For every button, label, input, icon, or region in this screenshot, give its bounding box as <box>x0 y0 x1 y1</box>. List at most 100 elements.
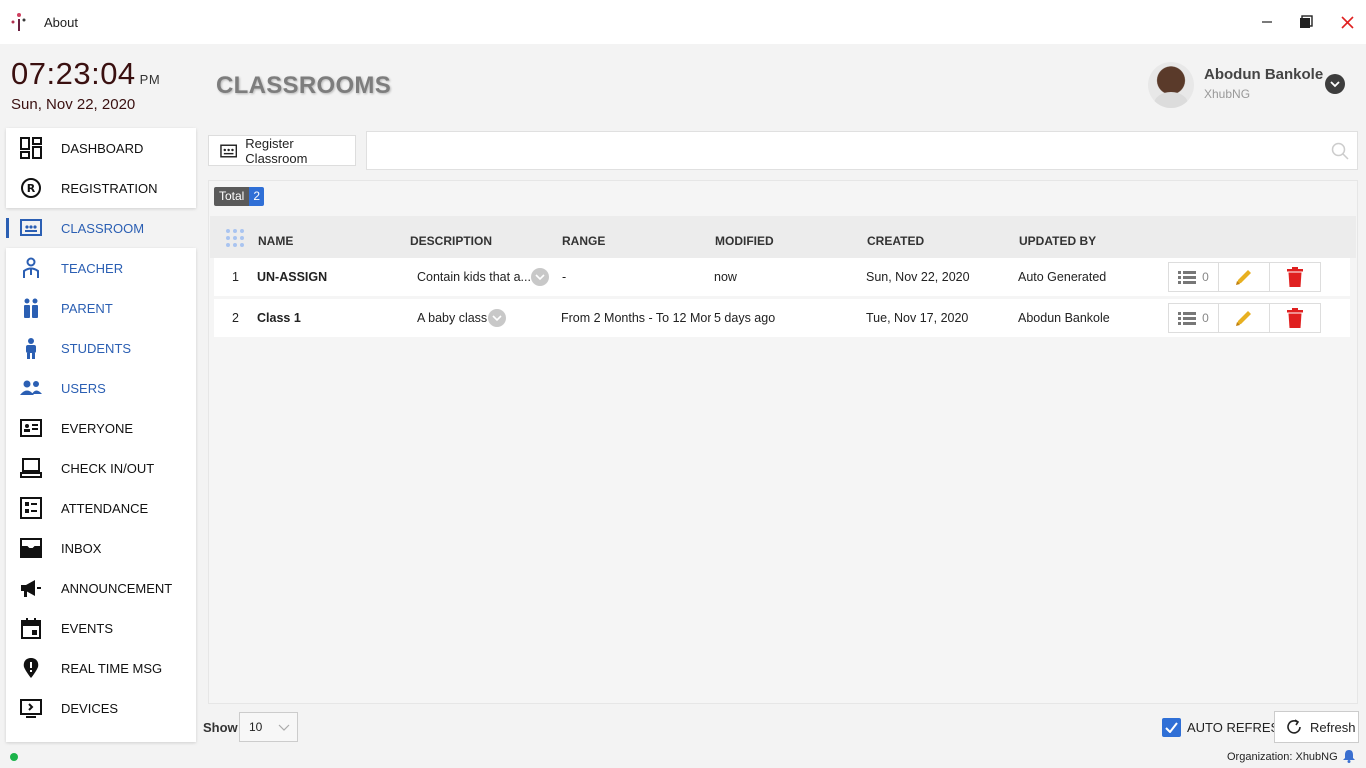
sidebar-item-label: INBOX <box>61 540 102 556</box>
sidebar-item-label: STUDENTS <box>61 340 132 356</box>
auto-refresh-checkbox[interactable] <box>1162 718 1181 737</box>
row-name: Class 1 <box>257 311 301 325</box>
sidebar-item-everyone[interactable]: EVERYONE <box>6 408 196 448</box>
bell-icon[interactable] <box>1342 749 1356 763</box>
sidebar-item-classroom[interactable]: CLASSROOM <box>6 208 196 248</box>
row-actions: 0 <box>1168 303 1321 333</box>
chevron-down-icon <box>1330 81 1340 88</box>
page-size-label: Show <box>203 720 238 735</box>
minimize-button[interactable] <box>1253 8 1281 36</box>
row-modified: now <box>714 270 737 284</box>
sidebar-item-label: DEVICES <box>61 700 119 716</box>
sidebar-item-label: REGISTRATION <box>61 180 158 196</box>
sidebar-item-dashboard[interactable]: DASHBOARD <box>6 128 196 168</box>
page-title: CLASSROOMS <box>216 72 392 99</box>
column-header-updated-by[interactable]: UPDATED BY <box>1019 234 1096 248</box>
sidebar-item-teacher[interactable]: TEACHER <box>6 248 196 288</box>
laptop-icon <box>20 457 42 479</box>
maximize-button[interactable] <box>1292 8 1320 36</box>
sidebar-item-label: REAL TIME MSG <box>61 660 163 676</box>
teacher-icon <box>20 257 42 279</box>
close-icon <box>1340 15 1354 29</box>
row-range: - <box>562 270 567 284</box>
list-icon <box>1178 312 1197 325</box>
column-chooser-icon[interactable] <box>225 228 245 248</box>
search-input[interactable] <box>367 132 1307 169</box>
clock: 07:23:04 PM <box>11 56 160 92</box>
description-expand-button[interactable] <box>531 268 549 286</box>
sidebar-item-students[interactable]: STUDENTS <box>6 328 196 368</box>
edit-button[interactable] <box>1219 263 1270 291</box>
page-size-value: 10 <box>249 720 263 734</box>
column-header-description[interactable]: DESCRIPTION <box>410 234 492 248</box>
refresh-icon <box>1287 719 1301 734</box>
row-index: 1 <box>232 270 239 284</box>
row-name: UN-ASSIGN <box>257 270 328 284</box>
sidebar-item-announcement[interactable]: ANNOUNCEMENT <box>6 568 196 608</box>
row-updated-by: Auto Generated <box>1018 270 1107 284</box>
column-header-name[interactable]: NAME <box>258 234 293 248</box>
row-description: Contain kids that a... <box>417 270 531 284</box>
current-date: Sun, Nov 22, 2020 <box>11 96 136 113</box>
trash-icon <box>1287 267 1303 287</box>
list-members-button[interactable]: 0 <box>1169 263 1219 291</box>
row-created: Tue, Nov 17, 2020 <box>866 311 969 325</box>
page-size-select[interactable]: 10 <box>239 712 298 742</box>
chevron-down-icon <box>535 273 545 280</box>
dashboard-icon <box>20 137 42 159</box>
sidebar-item-realtime-msg[interactable]: REAL TIME MSG <box>6 648 196 688</box>
classroom-icon <box>220 144 238 157</box>
sidebar-item-devices[interactable]: DEVICES <box>6 688 196 728</box>
svg-text:R: R <box>27 182 36 195</box>
edit-button[interactable] <box>1219 304 1270 332</box>
sidebar-item-label: EVERYONE <box>61 420 134 436</box>
connection-status-indicator <box>10 753 18 761</box>
search-icon[interactable] <box>1331 142 1349 160</box>
sidebar-item-label: EVENTS <box>61 620 114 636</box>
delete-button[interactable] <box>1270 304 1320 332</box>
calendar-icon <box>20 617 42 639</box>
sidebar-item-checkinout[interactable]: CHECK IN/OUT <box>6 448 196 488</box>
row-description: A baby class <box>417 311 488 325</box>
title-bar: About <box>0 0 1366 44</box>
description-expand-button[interactable] <box>488 309 506 327</box>
sidebar-item-registration[interactable]: R REGISTRATION <box>6 168 196 208</box>
sidebar-item-label: TEACHER <box>61 260 124 276</box>
sidebar-item-label: ANNOUNCEMENT <box>61 580 173 596</box>
avatar[interactable] <box>1148 62 1194 108</box>
column-header-created[interactable]: CREATED <box>867 234 924 248</box>
sidebar-item-events[interactable]: EVENTS <box>6 608 196 648</box>
refresh-button[interactable]: Refresh <box>1274 711 1359 743</box>
close-button[interactable] <box>1333 8 1361 36</box>
column-header-range[interactable]: RANGE <box>562 234 605 248</box>
user-menu-toggle[interactable] <box>1325 74 1345 94</box>
refresh-label: Refresh <box>1310 719 1356 735</box>
row-actions: 0 <box>1168 262 1321 292</box>
chevron-down-icon <box>492 314 502 321</box>
column-header-modified[interactable]: MODIFIED <box>715 234 774 248</box>
pencil-icon <box>1236 270 1251 285</box>
sidebar-item-users[interactable]: USERS <box>6 368 196 408</box>
restore-icon <box>1300 15 1313 28</box>
register-classroom-button[interactable]: Register Classroom <box>208 135 356 166</box>
sidebar: DASHBOARD R REGISTRATION CLASSROOM TEACH… <box>6 128 196 742</box>
organization-label: Organization: XhubNG <box>1227 751 1338 763</box>
table-header <box>210 216 1356 258</box>
sidebar-item-inbox[interactable]: INBOX <box>6 528 196 568</box>
clock-ampm: PM <box>139 72 161 87</box>
sidebar-item-attendance[interactable]: ATTENDANCE <box>6 488 196 528</box>
search-box <box>366 131 1358 170</box>
sidebar-item-parent[interactable]: PARENT <box>6 288 196 328</box>
register-classroom-label: Register Classroom <box>245 135 308 166</box>
inbox-icon <box>20 537 42 559</box>
list-members-button[interactable]: 0 <box>1169 304 1219 332</box>
row-index: 2 <box>232 311 239 325</box>
total-badge: Total 2 <box>214 187 265 206</box>
sidebar-item-label: USERS <box>61 380 106 396</box>
delete-button[interactable] <box>1270 263 1320 291</box>
user-name: Abodun Bankole <box>1204 66 1324 83</box>
window-title: About <box>44 15 78 30</box>
sidebar-item-label: CLASSROOM <box>61 220 145 236</box>
sidebar-item-label: CHECK IN/OUT <box>61 460 155 476</box>
member-count: 0 <box>1202 270 1209 284</box>
